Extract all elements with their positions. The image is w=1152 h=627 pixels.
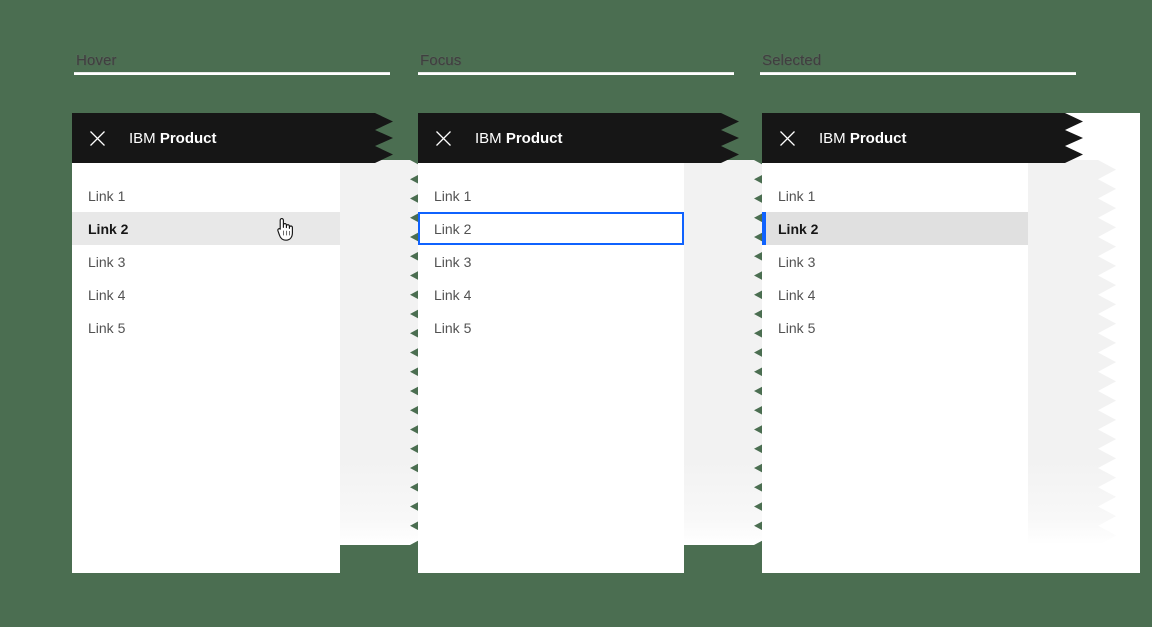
state-rule-focus xyxy=(418,72,734,75)
nav-link-4[interactable]: Link 4 xyxy=(762,278,1028,311)
nav-link-4[interactable]: Link 4 xyxy=(72,278,340,311)
nav-link-1[interactable]: Link 1 xyxy=(762,179,1028,212)
close-icon[interactable] xyxy=(418,113,468,163)
nav-link-2[interactable]: Link 2 xyxy=(418,212,684,245)
state-label-selected: Selected xyxy=(762,52,822,69)
state-rule-hover xyxy=(74,72,390,75)
nav-link-label: Link 5 xyxy=(778,319,816,336)
nav-link-1[interactable]: Link 1 xyxy=(72,179,340,212)
nav-link-5[interactable]: Link 5 xyxy=(72,311,340,344)
close-icon[interactable] xyxy=(72,113,122,163)
nav-link-5[interactable]: Link 5 xyxy=(762,311,1028,344)
app-product: Product xyxy=(849,129,907,147)
panel-scrim xyxy=(1028,160,1098,545)
state-label-focus: Focus xyxy=(420,52,462,69)
nav-link-label: Link 5 xyxy=(88,319,126,336)
app-brand: IBM xyxy=(129,129,160,147)
header-torn-edge xyxy=(1065,113,1083,163)
nav-link-3[interactable]: Link 3 xyxy=(72,245,340,278)
nav-link-label: Link 2 xyxy=(88,220,129,237)
state-label-row: Hover Focus Selected xyxy=(0,0,1152,100)
nav-link-label: Link 4 xyxy=(778,286,816,303)
state-label-hover: Hover xyxy=(76,52,117,69)
nav-link-label: Link 3 xyxy=(88,253,126,270)
nav-link-label: Link 4 xyxy=(88,286,126,303)
side-nav-hover: Link 1 Link 2 Link 3 Link 4 Link 5 xyxy=(72,163,340,344)
header-torn-edge xyxy=(721,113,739,163)
app-product: Product xyxy=(505,129,563,147)
nav-link-2[interactable]: Link 2 xyxy=(72,212,340,245)
nav-link-label: Link 2 xyxy=(434,220,472,237)
app-header-hover: IBM Product xyxy=(72,113,375,163)
app-header-focus: IBM Product xyxy=(418,113,721,163)
header-torn-edge xyxy=(375,113,393,163)
app-header-selected: IBM Product xyxy=(762,113,1065,163)
nav-link-label: Link 3 xyxy=(434,253,472,270)
app-title: IBM Product xyxy=(475,130,563,147)
nav-link-2[interactable]: Link 2 xyxy=(762,212,1028,245)
nav-link-label: Link 2 xyxy=(778,220,819,237)
app-product: Product xyxy=(159,129,217,147)
nav-link-label: Link 1 xyxy=(88,187,126,204)
nav-link-label: Link 3 xyxy=(778,253,816,270)
state-rule-selected xyxy=(760,72,1076,75)
nav-link-3[interactable]: Link 3 xyxy=(762,245,1028,278)
app-brand: IBM xyxy=(475,129,506,147)
nav-link-label: Link 5 xyxy=(434,319,472,336)
app-title: IBM Product xyxy=(819,130,907,147)
nav-link-label: Link 1 xyxy=(434,187,472,204)
app-title: IBM Product xyxy=(129,130,217,147)
nav-link-1[interactable]: Link 1 xyxy=(418,179,684,212)
nav-link-3[interactable]: Link 3 xyxy=(418,245,684,278)
nav-link-label: Link 4 xyxy=(434,286,472,303)
close-icon[interactable] xyxy=(762,113,812,163)
nav-link-4[interactable]: Link 4 xyxy=(418,278,684,311)
panel-scrim xyxy=(684,160,754,545)
nav-link-5[interactable]: Link 5 xyxy=(418,311,684,344)
nav-link-label: Link 1 xyxy=(778,187,816,204)
app-brand: IBM xyxy=(819,129,850,147)
side-nav-focus: Link 1 Link 2 Link 3 Link 4 Link 5 xyxy=(418,163,684,344)
side-nav-selected: Link 1 Link 2 Link 3 Link 4 Link 5 xyxy=(762,163,1028,344)
panel-scrim xyxy=(340,160,410,545)
